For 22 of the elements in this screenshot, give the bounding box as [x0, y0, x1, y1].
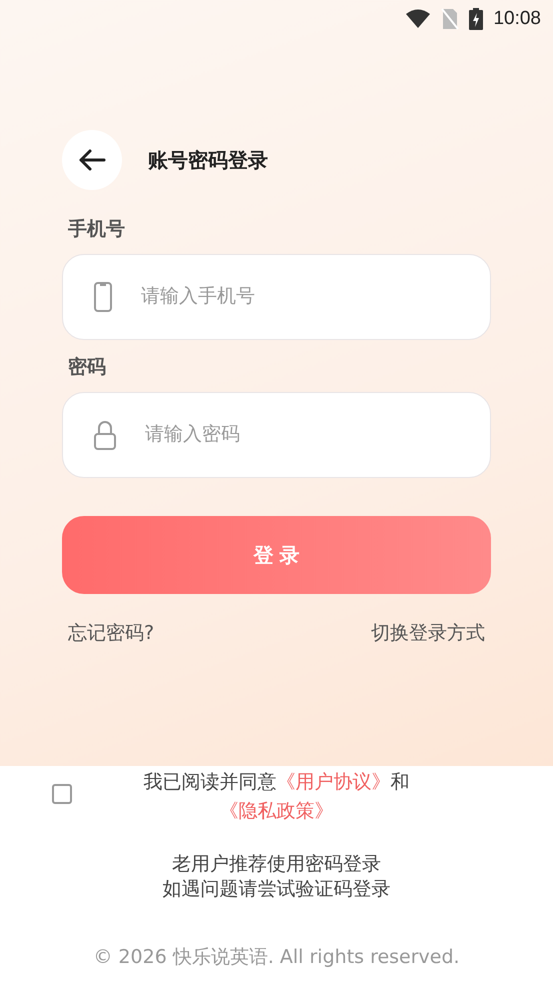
- battery-charging-icon: [469, 8, 484, 30]
- input-field[interactable]: 请输入密码: [143, 423, 490, 447]
- agreement-text: 我已阅读并同意《用户协议》和 《隐私政策》: [142, 770, 410, 824]
- no-sim-icon: [441, 8, 460, 30]
- page-title: 账号密码登录: [148, 146, 268, 174]
- terms-link[interactable]: 《用户协议》: [276, 771, 390, 793]
- wifi-icon: [405, 9, 432, 29]
- agreement-checkbox[interactable]: [52, 784, 72, 804]
- copyright-text: © 2026 快乐说英语. All rights reserved.: [93, 945, 460, 970]
- input-field[interactable]: 请输入手机号: [139, 285, 490, 309]
- switch-login-link[interactable]: 切换登录方式: [371, 620, 485, 646]
- login-button[interactable]: 登 录: [62, 516, 491, 594]
- back-arrow-icon: [78, 148, 106, 172]
- hint-text: 如遇问题请尝试验证码登录: [162, 877, 390, 902]
- lock-icon: [93, 420, 117, 450]
- field-label: 手机号: [68, 217, 126, 242]
- privacy-link[interactable]: 《隐私政策》: [220, 800, 334, 822]
- field-label: 密码: [68, 355, 107, 380]
- hint-text: 老用户推荐使用密码登录: [172, 852, 381, 877]
- phone-icon: [93, 281, 113, 313]
- status-time: 10:08: [493, 8, 541, 30]
- forgot-password-link[interactable]: 忘记密码?: [68, 620, 154, 646]
